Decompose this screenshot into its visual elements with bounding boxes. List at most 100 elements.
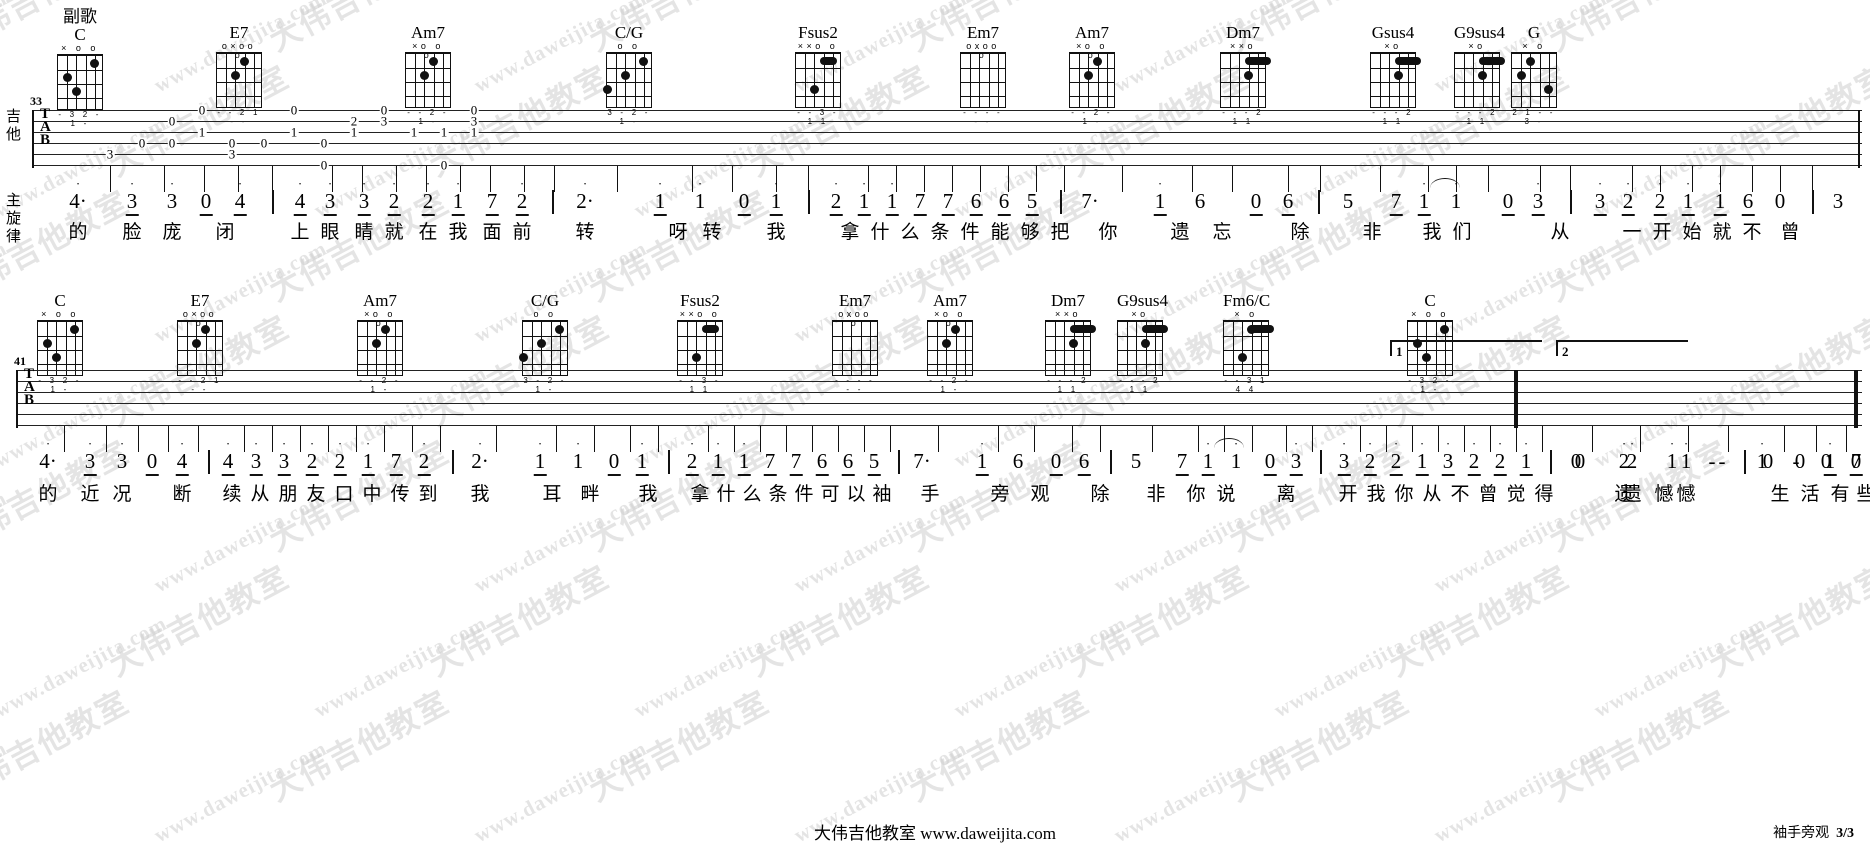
lyric-char: 活 [1800,484,1820,505]
finger-dot [809,84,819,94]
lyric-char: 不 [1742,222,1762,243]
octave-dot: · [237,176,243,191]
octave-dot: · [1625,176,1631,191]
lyric-char: 的 [38,484,58,505]
fretboard-grid [405,52,451,108]
lyric-char: 憾 [1676,484,1696,505]
melody-note: 3 · [323,177,337,216]
melody-note: 0 [607,450,621,476]
octave-dot: · [1341,436,1347,451]
lyric-char: 憾 [1654,484,1674,505]
lyric-char: 始 [1682,222,1702,243]
beam-underline [145,474,159,476]
melody-note: 2 · [1626,436,1638,473]
lyric-char: 条 [768,484,788,505]
beam-underline [305,474,319,476]
melody-note: 4 · [221,437,235,476]
note-stem [1152,426,1153,452]
lyric-char: 近 [80,484,100,505]
bar-line [208,450,210,474]
melody-note: 2 · [1621,177,1635,216]
note-stem [1640,426,1641,452]
melody-note: 1 · [1756,436,1768,473]
note-stem [1490,426,1491,452]
tab-fret-number: 0 [319,135,329,151]
beam-underline [1263,474,1277,476]
chord-diagram-C: 副歌 C × o o- 3 2 - 1 - [57,7,103,128]
note-stem [658,426,659,452]
melody-note: 1 · [1519,437,1533,476]
beam-underline [1289,474,1303,476]
melody-note: 3 · [249,437,263,476]
melody-note: 2· · [576,176,594,213]
beam-underline [277,474,291,476]
music-system-1: 吉他 主旋律 副歌 C × o o- 3 2 - 1 - E7 o×oo o- - 2 … [0,0,1870,270]
melody-note: 4 · [293,177,307,216]
chord-name: Am7 [363,291,397,310]
note-stem [760,426,761,452]
octave-dot: · [1535,176,1541,191]
section-label: 副歌 [63,7,97,26]
melody-note: 0 [1574,449,1586,473]
octave-dot: · [327,176,333,191]
open-mute-markers: ××o o [679,309,721,319]
octave-dot: · [639,436,645,451]
melody-note: 0 [1820,449,1832,473]
finger-dot [1544,84,1554,94]
beam-underline [451,214,465,216]
melody-note: 7 [389,450,403,476]
note-stem [786,426,787,452]
note-stem [1784,426,1785,452]
octave-dot: · [1497,436,1503,451]
octave-dot: · [519,176,525,191]
note-stem [1360,426,1361,452]
melody-note: 1 · [769,177,783,216]
note-stem [732,166,733,192]
note-stem [272,166,273,192]
octave-dot: · [697,176,703,191]
finger-dot [639,56,649,66]
note-stem [244,426,245,452]
beam-underline [361,474,375,476]
lyric-char: 耳 [542,484,562,505]
note-stem [1592,426,1593,452]
finger-dot [1525,56,1535,66]
lyric-char: 我 [766,222,786,243]
octave-dot: · [129,176,135,191]
tab-staff-lines [16,370,1862,428]
octave-dot: · [1453,176,1459,191]
tab-fret-number: 3 [379,113,389,129]
bar-line [1550,450,1552,474]
melody-note: 5 [1025,190,1039,216]
tab-fret-number: 0 [167,135,177,151]
barre-bar [701,325,719,333]
beam-underline [829,214,843,216]
octave-dot: · [1669,436,1675,451]
melody-note: 2 · [1653,177,1667,216]
melody-note: 6 [1281,190,1295,216]
open-mute-markers: oxoo o [838,309,872,328]
lyric-char: 什 [716,484,736,505]
octave-dot: · [1621,436,1627,451]
lyric-char: 从 [250,484,270,505]
octave-dot: · [45,436,51,451]
beam-underline [387,214,401,216]
note-stem [1812,166,1813,192]
octave-dot: · [337,436,343,451]
octave-dot: · [1367,436,1373,451]
beam-underline [1417,214,1431,216]
lyric-char: 非 [1362,222,1382,243]
beam-underline [1153,214,1167,216]
music-system-2: C× o o- 3 2 - 1 -E7o×oo o- - 2 1 - -Am7×… [0,272,1870,562]
melody-note: 6 [815,450,829,476]
finger-dot [620,70,630,80]
lyrics-line-1: 的脸庞闭上眼睛就在我面前转呀转我拿什么条件能够把你遗忘除非我们从一开始就不曾 [0,222,1870,248]
octave-dot: · [1293,436,1299,451]
fretboard-grid [357,320,403,376]
beam-underline [1389,474,1403,476]
beam-underline [1519,474,1533,476]
finger-dot [555,324,565,334]
finger-dot [1069,338,1079,348]
melody-note: 0 [145,450,159,476]
bar-line [1060,190,1062,214]
